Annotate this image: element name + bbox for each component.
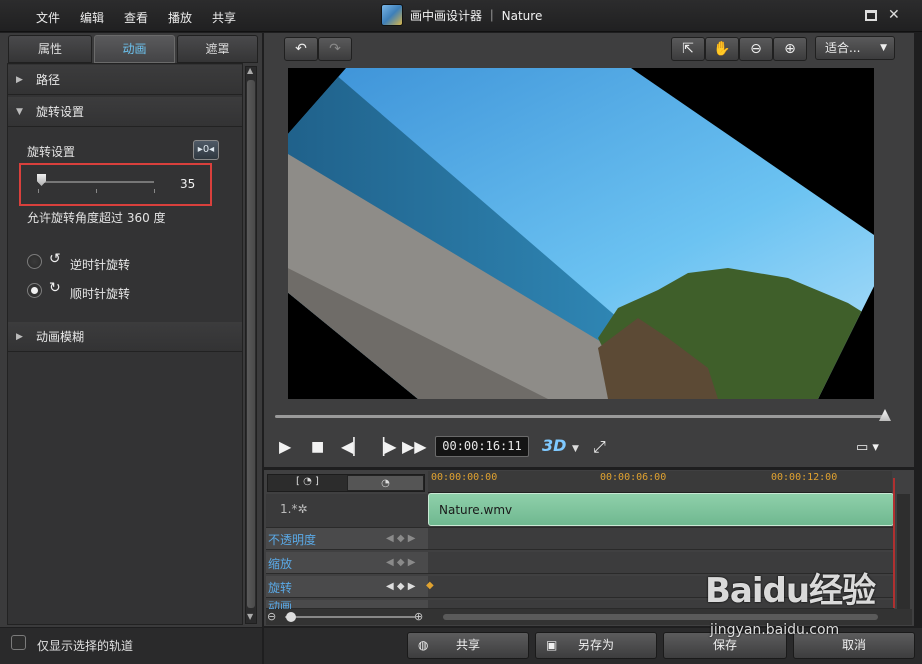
fullscreen-icon[interactable]: ⤢ — [593, 437, 606, 457]
section-blur-label: 动画模糊 — [36, 330, 85, 344]
keyframe-controls-icon[interactable]: ◀ ◆ ▶ — [386, 581, 415, 592]
zoom-in-timeline-icon[interactable]: ⊕ — [414, 610, 423, 623]
maximize-icon[interactable] — [865, 10, 877, 21]
zoom-out-timeline-icon[interactable]: ⊖ — [267, 610, 276, 623]
video-clip[interactable]: Nature.wmv — [428, 493, 894, 526]
share-button[interactable]: ◍ 共享 — [407, 632, 529, 659]
fit-dropdown[interactable]: 适合... ▼ — [815, 36, 895, 60]
select-move-icon[interactable]: ⇱ — [671, 37, 705, 61]
keyframe-button[interactable]: ▸0◂ — [193, 140, 219, 160]
window-title: 画中画设计器 ｜ Nature — [410, 9, 543, 23]
prop-label-scale[interactable]: 缩放 — [268, 555, 292, 572]
fast-forward-icon[interactable]: ▶▶ — [402, 437, 427, 456]
tab-properties[interactable]: 属性 — [8, 35, 92, 63]
prop-label-rotation[interactable]: 旋转 — [268, 579, 292, 596]
undo-button[interactable]: ↶ — [284, 37, 318, 61]
prev-frame-icon[interactable]: ◀▏ — [341, 437, 366, 456]
close-icon[interactable]: ✕ — [888, 7, 902, 23]
menu-share[interactable]: 共享 — [212, 9, 236, 26]
app-logo-icon — [381, 4, 403, 26]
keyframe-controls-icon[interactable]: ◀ ◆ ▶ — [386, 557, 415, 568]
keyframe-controls-icon[interactable]: ◀ ◆ ▶ — [386, 533, 415, 544]
fit-dropdown-label: 适合... — [825, 41, 861, 55]
play-icon[interactable]: ▶ — [279, 437, 291, 456]
keyframe-marker-icon[interactable]: ◆ — [426, 580, 434, 591]
timeline-hscroll[interactable] — [443, 614, 878, 620]
track-mode-icon[interactable]: [ ◔ ] — [296, 476, 319, 487]
clip-mode-icon[interactable]: ◔ — [347, 475, 424, 491]
cw-label: 顺时针旋转 — [70, 287, 131, 301]
playhead[interactable] — [893, 478, 895, 608]
menu-view[interactable]: 查看 — [124, 9, 148, 26]
track-name: 1.*✲ — [280, 502, 308, 516]
rotation-value[interactable]: 35 — [180, 177, 195, 191]
slider-tick — [38, 189, 39, 193]
rotation-label: 旋转设置 — [27, 145, 76, 159]
redo-button[interactable]: ↷ — [318, 37, 352, 61]
display-mode-icon[interactable]: ▭ ▾ — [856, 440, 879, 455]
section-path[interactable]: ▶ 路径 — [8, 65, 242, 95]
share-label: 共享 — [455, 638, 480, 652]
video-canvas[interactable] — [288, 68, 874, 399]
show-selected-checkbox[interactable] — [11, 635, 26, 650]
section-motion-blur[interactable]: ▶ 动画模糊 — [8, 322, 242, 352]
baidu-watermark-url: jingyan.baidu.com — [710, 622, 840, 638]
timeline-vscroll[interactable] — [897, 494, 910, 610]
save-as-label: 另存为 — [577, 638, 614, 652]
3d-label: 3D — [542, 436, 567, 455]
scroll-down-icon[interactable]: ▼ — [247, 612, 253, 621]
ccw-radio[interactable] — [27, 254, 42, 269]
section-rotation[interactable]: ▼ 旋转设置 — [8, 97, 242, 127]
hand-icon[interactable]: ✋ — [705, 37, 739, 61]
ruler-label: 00:00:12:00 — [771, 472, 838, 483]
rotation-slider[interactable] — [38, 181, 154, 183]
chevron-down-icon: ▼ — [572, 444, 579, 454]
baidu-watermark: Baidu经验 — [705, 571, 876, 611]
ruler-label: 00:00:00:00 — [431, 472, 498, 483]
chevron-down-icon: ▼ — [880, 43, 887, 53]
prop-row-opacity — [266, 528, 894, 550]
timeline-zoom-slider[interactable] — [285, 616, 415, 618]
section-path-label: 路径 — [36, 73, 61, 87]
ruler-label: 00:00:06:00 — [600, 472, 667, 483]
left-scrollbar-thumb[interactable] — [247, 80, 255, 608]
timeline-zoom-thumb[interactable] — [286, 612, 296, 622]
stop-icon[interactable]: ■ — [311, 439, 324, 455]
collapse-arrow-icon: ▼ — [16, 107, 23, 117]
next-frame-icon[interactable]: ▕▶ — [372, 437, 397, 456]
3d-mode-button[interactable]: 3D ▼ — [542, 436, 579, 455]
ccw-label: 逆时针旋转 — [70, 258, 131, 272]
tab-animation[interactable]: 动画 — [94, 35, 175, 63]
rotated-video-frame — [288, 68, 874, 399]
slider-tick — [154, 189, 155, 193]
show-selected-label: 仅显示选择的轨道 — [37, 639, 134, 653]
cw-rotate-icon: ↻ — [49, 280, 61, 296]
expand-arrow-icon: ▶ — [16, 75, 23, 85]
slider-tick — [96, 189, 97, 193]
globe-icon: ◍ — [418, 638, 429, 652]
tab-mask[interactable]: 遮罩 — [177, 35, 258, 63]
section-rotation-label: 旋转设置 — [36, 105, 85, 119]
zoom-out-icon[interactable]: ⊖ — [739, 37, 773, 61]
expand-arrow-icon: ▶ — [16, 332, 23, 342]
allow-over-360-text: 允许旋转角度超过 360 度 — [27, 211, 166, 225]
menu-play[interactable]: 播放 — [168, 9, 192, 26]
timecode-display[interactable]: 00:00:16:11 — [435, 436, 529, 457]
cw-radio[interactable] — [27, 283, 42, 298]
disk-icon: ▣ — [546, 638, 558, 652]
prop-label-opacity[interactable]: 不透明度 — [268, 531, 316, 548]
scroll-up-icon[interactable]: ▲ — [247, 66, 253, 75]
menu-file[interactable]: 文件 — [36, 9, 60, 26]
ccw-rotate-icon: ↺ — [49, 251, 61, 267]
save-as-button[interactable]: ▣ 另存为 — [535, 632, 657, 659]
menu-edit[interactable]: 编辑 — [80, 9, 104, 26]
seek-bar[interactable] — [275, 415, 887, 418]
prop-label-animation[interactable]: 动画 — [268, 601, 292, 609]
zoom-in-icon[interactable]: ⊕ — [773, 37, 807, 61]
